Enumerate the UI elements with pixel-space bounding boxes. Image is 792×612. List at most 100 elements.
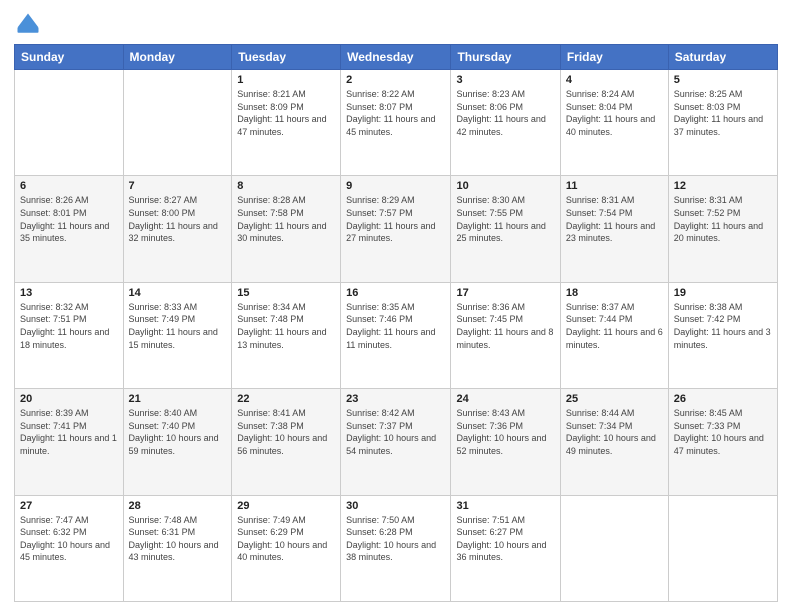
day-number: 29 [237, 500, 335, 512]
day-info: Sunrise: 7:50 AMSunset: 6:28 PMDaylight:… [346, 514, 445, 564]
calendar-day-cell: 7 Sunrise: 8:27 AMSunset: 8:00 PMDaylight… [123, 176, 232, 282]
calendar-day-cell: 18Sunrise: 8:37 AMSunset: 7:44 PMDayligh… [560, 282, 668, 388]
calendar-week-row: 27 Sunrise: 7:47 AMSunset: 6:32 PMDayligh… [15, 495, 778, 601]
day-number: 11 [566, 180, 663, 192]
day-info: Sunrise: 8:41 AMSunset: 7:38 PMDaylight:… [237, 407, 335, 457]
calendar-day-cell: 31 Sunrise: 7:51 AMSunset: 6:27 PMDayligh… [451, 495, 560, 601]
calendar-day-header: Wednesday [341, 45, 451, 70]
day-info: Sunrise: 8:42 AMSunset: 7:37 PMDaylight:… [346, 407, 445, 457]
day-info: Sunrise: 8:26 AMSunset: 8:01 PMDaylight:… [20, 194, 118, 244]
day-info: Sunrise: 8:21 AMSunset: 8:09 PMDaylight:… [237, 88, 335, 138]
calendar-day-cell: 28Sunrise: 7:48 AMSunset: 6:31 PMDayligh… [123, 495, 232, 601]
day-number: 15 [237, 287, 335, 299]
day-number: 18 [566, 287, 663, 299]
day-number: 21 [129, 393, 227, 405]
calendar-day-cell: 6 Sunrise: 8:26 AMSunset: 8:01 PMDaylight… [15, 176, 124, 282]
day-info: Sunrise: 8:24 AMSunset: 8:04 PMDaylight:… [566, 88, 663, 138]
calendar-day-cell: 3Sunrise: 8:23 AMSunset: 8:06 PMDaylight… [451, 70, 560, 176]
calendar-day-cell: 17 Sunrise: 8:36 AMSunset: 7:45 PMDayligh… [451, 282, 560, 388]
calendar-day-cell [560, 495, 668, 601]
day-info: Sunrise: 8:25 AMSunset: 8:03 PMDaylight:… [674, 88, 772, 138]
day-info: Sunrise: 8:22 AMSunset: 8:07 PMDaylight:… [346, 88, 445, 138]
day-info: Sunrise: 8:31 AMSunset: 7:52 PMDaylight:… [674, 194, 772, 244]
calendar-day-cell: 27 Sunrise: 7:47 AMSunset: 6:32 PMDayligh… [15, 495, 124, 601]
day-info: Sunrise: 8:28 AMSunset: 7:58 PMDaylight:… [237, 194, 335, 244]
day-info: Sunrise: 7:51 AMSunset: 6:27 PMDaylight:… [456, 514, 554, 564]
calendar-day-cell: 30Sunrise: 7:50 AMSunset: 6:28 PMDayligh… [341, 495, 451, 601]
calendar-day-cell: 20 Sunrise: 8:39 AMSunset: 7:41 PMDayligh… [15, 389, 124, 495]
day-info: Sunrise: 8:32 AMSunset: 7:51 PMDaylight:… [20, 301, 118, 351]
calendar-day-cell: 10 Sunrise: 8:30 AMSunset: 7:55 PMDayligh… [451, 176, 560, 282]
calendar-week-row: 1 Sunrise: 8:21 AMSunset: 8:09 PMDaylight… [15, 70, 778, 176]
calendar-day-cell: 2 Sunrise: 8:22 AMSunset: 8:07 PMDaylight… [341, 70, 451, 176]
calendar-week-row: 13 Sunrise: 8:32 AMSunset: 7:51 PMDayligh… [15, 282, 778, 388]
calendar-day-cell: 1 Sunrise: 8:21 AMSunset: 8:09 PMDaylight… [232, 70, 341, 176]
calendar-day-cell [123, 70, 232, 176]
day-number: 10 [456, 180, 554, 192]
day-number: 26 [674, 393, 772, 405]
day-number: 7 [129, 180, 227, 192]
day-number: 27 [20, 500, 118, 512]
calendar-day-cell: 19 Sunrise: 8:38 AMSunset: 7:42 PMDayligh… [668, 282, 777, 388]
calendar-week-row: 6 Sunrise: 8:26 AMSunset: 8:01 PMDaylight… [15, 176, 778, 282]
calendar-table: SundayMondayTuesdayWednesdayThursdayFrid… [14, 44, 778, 602]
day-number: 6 [20, 180, 118, 192]
day-info: Sunrise: 8:38 AMSunset: 7:42 PMDaylight:… [674, 301, 772, 351]
day-info: Sunrise: 8:34 AMSunset: 7:48 PMDaylight:… [237, 301, 335, 351]
calendar-day-cell: 21 Sunrise: 8:40 AMSunset: 7:40 PMDayligh… [123, 389, 232, 495]
calendar-day-cell: 14 Sunrise: 8:33 AMSunset: 7:49 PMDayligh… [123, 282, 232, 388]
logo-icon [14, 10, 42, 38]
day-number: 5 [674, 74, 772, 86]
calendar-day-cell [668, 495, 777, 601]
calendar-day-header: Saturday [668, 45, 777, 70]
day-info: Sunrise: 8:45 AMSunset: 7:33 PMDaylight:… [674, 407, 772, 457]
calendar-day-cell: 12 Sunrise: 8:31 AMSunset: 7:52 PMDayligh… [668, 176, 777, 282]
day-number: 13 [20, 287, 118, 299]
day-number: 24 [456, 393, 554, 405]
calendar-day-cell: 11 Sunrise: 8:31 AMSunset: 7:54 PMDayligh… [560, 176, 668, 282]
calendar-day-cell: 22 Sunrise: 8:41 AMSunset: 7:38 PMDayligh… [232, 389, 341, 495]
day-number: 20 [20, 393, 118, 405]
day-info: Sunrise: 8:44 AMSunset: 7:34 PMDaylight:… [566, 407, 663, 457]
calendar-day-cell: 25 Sunrise: 8:44 AMSunset: 7:34 PMDayligh… [560, 389, 668, 495]
day-number: 31 [456, 500, 554, 512]
day-info: Sunrise: 8:40 AMSunset: 7:40 PMDaylight:… [129, 407, 227, 457]
calendar-day-cell: 8 Sunrise: 8:28 AMSunset: 7:58 PMDaylight… [232, 176, 341, 282]
header [14, 10, 778, 38]
day-number: 12 [674, 180, 772, 192]
calendar-week-row: 20 Sunrise: 8:39 AMSunset: 7:41 PMDayligh… [15, 389, 778, 495]
day-info: Sunrise: 8:29 AMSunset: 7:57 PMDaylight:… [346, 194, 445, 244]
calendar-day-header: Thursday [451, 45, 560, 70]
day-info: Sunrise: 8:33 AMSunset: 7:49 PMDaylight:… [129, 301, 227, 351]
day-number: 19 [674, 287, 772, 299]
day-number: 22 [237, 393, 335, 405]
calendar-day-cell: 4 Sunrise: 8:24 AMSunset: 8:04 PMDaylight… [560, 70, 668, 176]
day-info: Sunrise: 7:47 AMSunset: 6:32 PMDaylight:… [20, 514, 118, 564]
calendar-header-row: SundayMondayTuesdayWednesdayThursdayFrid… [15, 45, 778, 70]
day-info: Sunrise: 7:49 AMSunset: 6:29 PMDaylight:… [237, 514, 335, 564]
calendar-day-cell: 23 Sunrise: 8:42 AMSunset: 7:37 PMDayligh… [341, 389, 451, 495]
calendar-day-header: Tuesday [232, 45, 341, 70]
page: SundayMondayTuesdayWednesdayThursdayFrid… [0, 0, 792, 612]
day-number: 9 [346, 180, 445, 192]
day-info: Sunrise: 8:31 AMSunset: 7:54 PMDaylight:… [566, 194, 663, 244]
day-number: 25 [566, 393, 663, 405]
day-info: Sunrise: 8:27 AMSunset: 8:00 PMDaylight:… [129, 194, 227, 244]
day-info: Sunrise: 8:35 AMSunset: 7:46 PMDaylight:… [346, 301, 445, 351]
day-number: 1 [237, 74, 335, 86]
calendar-day-cell: 16Sunrise: 8:35 AMSunset: 7:46 PMDayligh… [341, 282, 451, 388]
day-info: Sunrise: 8:30 AMSunset: 7:55 PMDaylight:… [456, 194, 554, 244]
calendar-day-cell: 15 Sunrise: 8:34 AMSunset: 7:48 PMDayligh… [232, 282, 341, 388]
calendar-day-cell: 9 Sunrise: 8:29 AMSunset: 7:57 PMDaylight… [341, 176, 451, 282]
day-number: 2 [346, 74, 445, 86]
calendar-day-header: Monday [123, 45, 232, 70]
day-number: 4 [566, 74, 663, 86]
day-number: 8 [237, 180, 335, 192]
calendar-day-cell: 13 Sunrise: 8:32 AMSunset: 7:51 PMDayligh… [15, 282, 124, 388]
day-number: 14 [129, 287, 227, 299]
calendar-day-cell [15, 70, 124, 176]
day-info: Sunrise: 8:39 AMSunset: 7:41 PMDaylight:… [20, 407, 118, 457]
day-info: Sunrise: 8:36 AMSunset: 7:45 PMDaylight:… [456, 301, 554, 351]
day-number: 17 [456, 287, 554, 299]
day-number: 23 [346, 393, 445, 405]
